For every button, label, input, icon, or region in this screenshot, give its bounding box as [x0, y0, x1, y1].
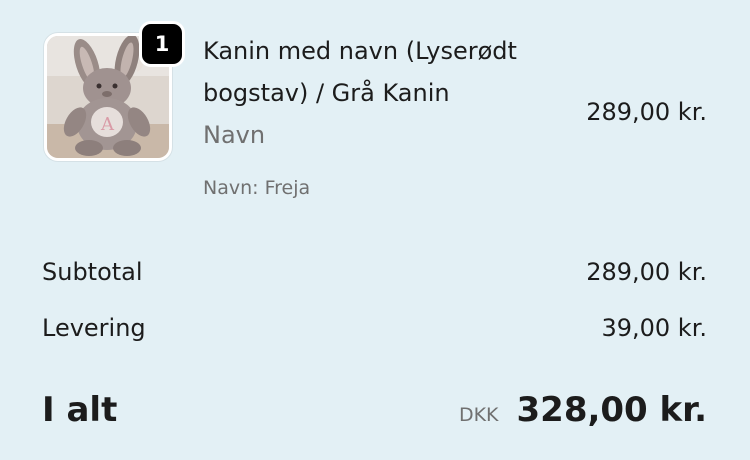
product-details: Kanin med navn (Lyserødt bogstav) / Grå …	[203, 30, 553, 200]
shipping-row: Levering 39,00 kr.	[42, 314, 707, 342]
product-variant: Navn	[203, 121, 266, 149]
total-value: 328,00 kr.	[516, 390, 708, 430]
quantity-badge: 1	[139, 21, 185, 67]
total-label: I alt	[42, 390, 118, 430]
product-title-line-2: bogstav) / Grå Kanin	[203, 79, 450, 107]
order-summary: A 1 Kanin med navn (Lyserødt bogstav) / …	[0, 0, 750, 460]
product-title-line-1: Kanin med navn (Lyserødt	[203, 37, 517, 65]
currency-code: DKK	[458, 404, 499, 426]
total-amount: DKK 328,00 kr.	[459, 390, 707, 430]
subtotal-row: Subtotal 289,00 kr.	[42, 258, 707, 286]
product-price: 289,00 kr.	[586, 98, 707, 126]
product-title: Kanin med navn (Lyserødt bogstav) / Grå …	[203, 30, 553, 114]
shipping-value: 39,00 kr.	[601, 314, 707, 342]
shipping-label: Levering	[42, 314, 146, 342]
subtotal-value: 289,00 kr.	[586, 258, 707, 286]
product-property: Navn: Freja	[203, 177, 311, 199]
product-thumbnail: A 1	[44, 21, 185, 161]
total-row: I alt DKK 328,00 kr.	[42, 390, 707, 430]
subtotal-label: Subtotal	[42, 258, 143, 286]
svg-text:A: A	[100, 114, 115, 135]
